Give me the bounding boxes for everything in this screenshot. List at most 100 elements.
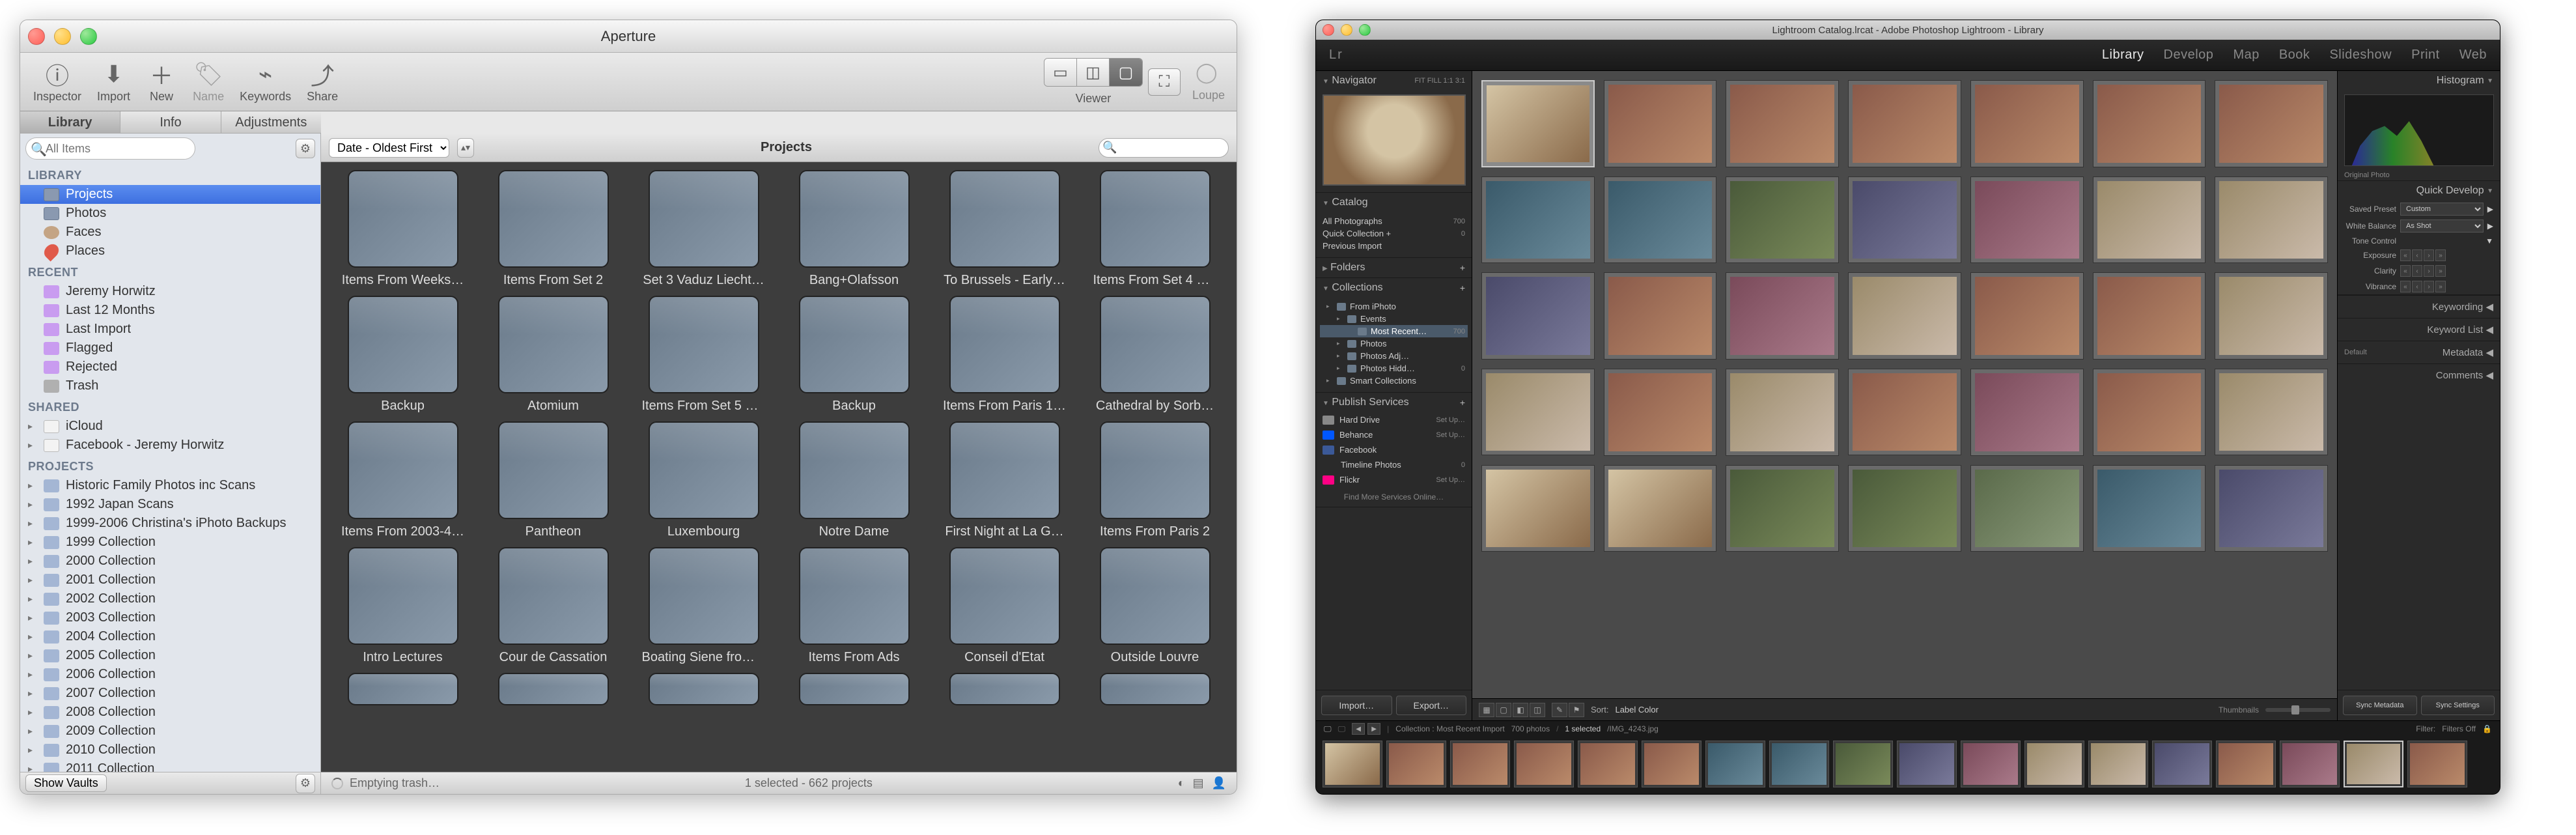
sidebar-item[interactable]: ▸2007 Collection (20, 684, 320, 703)
project-item[interactable] (1086, 673, 1224, 705)
publish-service[interactable]: BehanceSet Up… (1316, 427, 1472, 442)
inspector-tool[interactable]: ⓘ Inspector (25, 60, 89, 104)
photo-cell[interactable] (1970, 369, 2084, 456)
fullscreen-button[interactable]: ⛶ (1148, 68, 1181, 96)
close-button[interactable] (1323, 24, 1334, 36)
photo-cell[interactable] (1970, 465, 2084, 552)
filmstrip-cell[interactable] (2216, 741, 2276, 787)
find-more-services[interactable]: Find More Services Online… (1316, 487, 1472, 507)
monitor-icon[interactable]: 🖵 (1324, 724, 1332, 734)
filmstrip-cell[interactable] (1514, 741, 1574, 787)
photo-cell[interactable] (1848, 465, 1961, 552)
filmstrip-cell[interactable] (2088, 741, 2148, 787)
sidebar-item[interactable]: Projects (20, 185, 320, 204)
sidebar-item[interactable]: Trash (20, 376, 320, 395)
photo-cell[interactable] (1481, 369, 1595, 456)
sidebar-item[interactable]: Places (20, 242, 320, 261)
project-item[interactable]: To Brussels - Early… (936, 170, 1073, 288)
keywording-header[interactable]: Keywording ◀ (2338, 295, 2500, 318)
photo-cell[interactable] (1970, 80, 2084, 167)
collection-item[interactable]: ▸From iPhoto (1320, 300, 1468, 313)
sidebar-item[interactable]: Rejected (20, 358, 320, 376)
tab-library[interactable]: Library (20, 111, 120, 133)
photo-cell[interactable] (1481, 80, 1595, 167)
sidebar-item[interactable]: ▸1999-2006 Christina's iPhoto Backups (20, 514, 320, 533)
sort-select[interactable]: Date - Oldest First (329, 138, 449, 158)
navigator-preview[interactable] (1323, 94, 1466, 186)
project-item[interactable]: Backup (334, 296, 471, 414)
nudge-minus2[interactable]: « (2400, 265, 2411, 277)
photo-cell[interactable] (2215, 80, 2328, 167)
photo-cell[interactable] (1604, 369, 1717, 456)
keyword-list-header[interactable]: Keyword List ◀ (2338, 318, 2500, 341)
module-map[interactable]: Map (2233, 48, 2259, 63)
sidebar-item[interactable]: ▸2011 Collection (20, 759, 320, 772)
zoom-button[interactable] (80, 28, 97, 45)
filmstrip-cell[interactable] (2024, 741, 2084, 787)
project-item[interactable] (936, 673, 1073, 705)
photo-cell[interactable] (1848, 272, 1961, 360)
sidebar-item[interactable]: ▸2009 Collection (20, 722, 320, 741)
photo-cell[interactable] (2093, 272, 2206, 360)
sidebar-gear-button[interactable]: ⚙ (296, 139, 315, 158)
flag-button[interactable]: ⚑ (1569, 703, 1584, 717)
nudge-plus1[interactable]: › (2424, 265, 2434, 277)
sidebar-item[interactable]: Last 12 Months (20, 301, 320, 320)
catalog-item[interactable]: Quick Collection +0 (1320, 227, 1468, 240)
project-item[interactable]: Items From Paris 1… (936, 296, 1073, 414)
filmstrip-cell[interactable] (1450, 741, 1510, 787)
close-button[interactable] (28, 28, 45, 45)
histogram-header[interactable]: Histogram ▼ (2338, 71, 2500, 91)
project-item[interactable] (334, 673, 471, 705)
filmstrip-cell[interactable] (1705, 741, 1765, 787)
sidebar-item[interactable]: ▸Historic Family Photos inc Scans (20, 476, 320, 495)
status-icon-2[interactable]: ▤ (1193, 776, 1204, 790)
photo-cell[interactable] (1970, 272, 2084, 360)
photo-cell[interactable] (2215, 177, 2328, 264)
monitor-2-icon[interactable]: 🖵 (1338, 724, 1346, 734)
project-item[interactable]: Intro Lectures (334, 547, 471, 665)
photo-cell[interactable] (2093, 177, 2206, 264)
filmstrip-cell[interactable] (2280, 741, 2340, 787)
collection-item[interactable]: ▸Photos Adj… (1320, 350, 1468, 362)
photo-cell[interactable] (1481, 272, 1595, 360)
filmstrip-cell[interactable] (1769, 741, 1829, 787)
saved-preset-select[interactable]: Custom (2400, 203, 2484, 216)
module-slideshow[interactable]: Slideshow (2329, 48, 2392, 63)
photo-cell[interactable] (1848, 177, 1961, 264)
import-button[interactable]: Import… (1321, 696, 1392, 715)
project-item[interactable]: Items From Set 2 (484, 170, 622, 288)
new-tool[interactable]: ＋ New (138, 60, 185, 104)
project-item[interactable]: Boating Siene from… (635, 547, 772, 665)
show-vaults-button[interactable]: Show Vaults (25, 774, 107, 792)
photo-cell[interactable] (1726, 465, 1839, 552)
photo-cell[interactable] (1604, 465, 1717, 552)
project-item[interactable]: Cour de Cassation (484, 547, 622, 665)
photo-cell[interactable] (2093, 465, 2206, 552)
sidebar-item[interactable]: ▸1999 Collection (20, 533, 320, 552)
quick-develop-header[interactable]: Quick Develop ▼ (2338, 181, 2500, 201)
project-item[interactable]: Luxembourg (635, 421, 772, 539)
collection-item[interactable]: ▸Events (1320, 313, 1468, 325)
sync-settings-button[interactable]: Sync Settings (2421, 696, 2495, 715)
photo-cell[interactable] (1481, 465, 1595, 552)
filmstrip-cell[interactable] (1323, 741, 1382, 787)
filmstrip-cell[interactable] (1961, 741, 2021, 787)
nudge-minus2[interactable]: « (2400, 281, 2411, 292)
project-item[interactable]: Bang+Olafsson (785, 170, 923, 288)
publish-service[interactable]: Timeline Photos0 (1316, 457, 1472, 472)
sidebar-item[interactable]: ▸2010 Collection (20, 741, 320, 759)
sidebar-item[interactable]: ▸2004 Collection (20, 627, 320, 646)
sidebar-item[interactable]: ▸2006 Collection (20, 665, 320, 684)
tone-disclosure[interactable]: ▼ (2485, 236, 2493, 246)
project-item[interactable] (785, 673, 923, 705)
collection-item[interactable]: ▸Photos Hidd…0 (1320, 362, 1468, 375)
project-item[interactable] (635, 673, 772, 705)
sidebar-footer-gear[interactable]: ⚙ (296, 774, 315, 793)
sort-direction-button[interactable]: ▴▾ (457, 138, 474, 158)
catalog-item[interactable]: Previous Import (1320, 240, 1468, 252)
white-balance-select[interactable]: As Shot (2400, 219, 2484, 233)
tab-adjustments[interactable]: Adjustments (221, 111, 321, 133)
collections-header[interactable]: ▼ Collections + (1316, 278, 1472, 298)
photo-cell[interactable] (1970, 177, 2084, 264)
